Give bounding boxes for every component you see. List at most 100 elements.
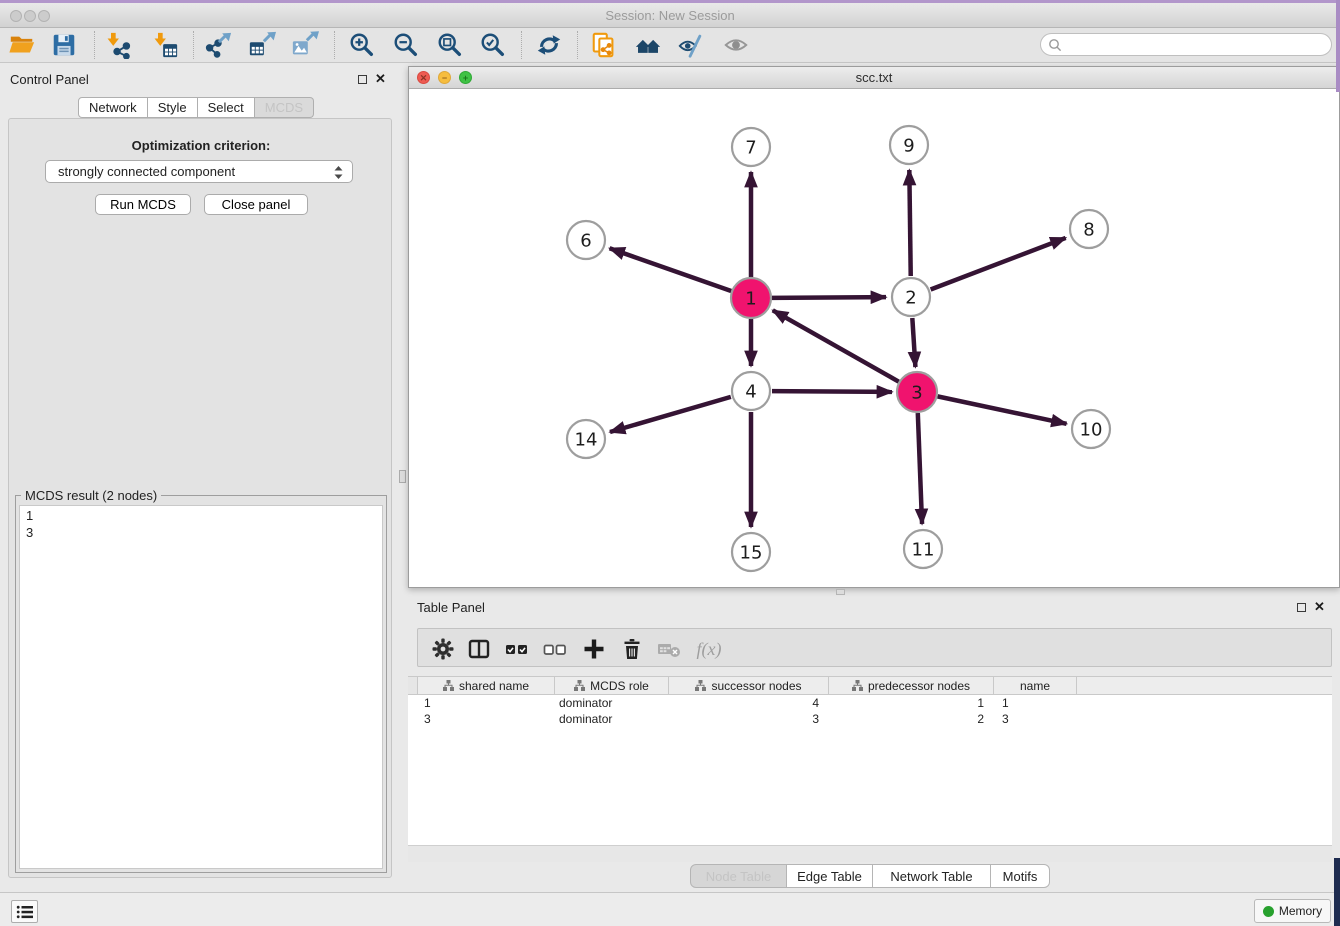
- table-panel-close-icon[interactable]: ✕: [1314, 602, 1325, 612]
- graph-edge-4-14[interactable]: [610, 397, 731, 432]
- graph-node-7[interactable]: 7: [732, 128, 770, 166]
- function-builder-icon[interactable]: f(x): [692, 636, 726, 662]
- table-panel-title: Table Panel: [417, 600, 485, 615]
- memory-button[interactable]: Memory: [1254, 899, 1331, 923]
- graph-node-11[interactable]: 11: [904, 530, 942, 568]
- network-window-titlebar[interactable]: ✕ − + scc.txt: [409, 67, 1339, 89]
- graph-node-8[interactable]: 8: [1070, 210, 1108, 248]
- tab-network-table[interactable]: Network Table: [873, 864, 991, 888]
- graph-node-10[interactable]: 10: [1072, 410, 1110, 448]
- graph-edge-1-6[interactable]: [610, 248, 732, 291]
- table-row[interactable]: 1 dominator 4 1 1: [408, 695, 1332, 711]
- cell-successor-nodes[interactable]: 3: [669, 711, 829, 727]
- cell-predecessor-nodes[interactable]: 2: [829, 711, 994, 727]
- cell-name[interactable]: 1: [994, 695, 1077, 711]
- tab-mcds[interactable]: MCDS: [255, 97, 314, 118]
- save-session-icon[interactable]: [49, 30, 79, 60]
- mcds-result-list[interactable]: 1 3: [19, 505, 383, 869]
- close-panel-button[interactable]: Close panel: [204, 194, 308, 215]
- mcds-panel: Optimization criterion: strongly connect…: [8, 118, 392, 878]
- graph-node-4[interactable]: 4: [732, 372, 770, 410]
- graph-node-3[interactable]: 3: [897, 372, 937, 412]
- column-header-successor-nodes[interactable]: successor nodes: [669, 677, 829, 694]
- zoom-out-icon[interactable]: [391, 30, 421, 60]
- tab-edge-table[interactable]: Edge Table: [787, 864, 873, 888]
- delete-table-icon[interactable]: [656, 636, 682, 662]
- column-header-shared-name[interactable]: shared name: [418, 677, 555, 694]
- control-panel-close-icon[interactable]: ✕: [375, 74, 386, 84]
- cell-predecessor-nodes[interactable]: 1: [829, 695, 994, 711]
- svg-text:10: 10: [1080, 419, 1103, 440]
- table-settings-icon[interactable]: [430, 636, 456, 662]
- cell-successor-nodes[interactable]: 4: [669, 695, 829, 711]
- graph-node-6[interactable]: 6: [567, 221, 605, 259]
- cell-name[interactable]: 3: [994, 711, 1077, 727]
- criterion-dropdown[interactable]: strongly connected component: [45, 160, 353, 183]
- export-image-icon[interactable]: [290, 30, 320, 60]
- add-column-icon[interactable]: [581, 636, 607, 662]
- app-titlebar: Session: New Session: [0, 3, 1340, 28]
- cell-shared-name[interactable]: 1: [418, 695, 555, 711]
- optimization-criterion-label: Optimization criterion:: [9, 138, 393, 153]
- graph-edge-2-8[interactable]: [931, 238, 1066, 290]
- delete-column-icon[interactable]: [619, 636, 645, 662]
- import-table-icon[interactable]: [150, 30, 180, 60]
- graph-node-14[interactable]: 14: [567, 420, 605, 458]
- vertical-splitter-handle[interactable]: [399, 470, 406, 483]
- search-field[interactable]: [1040, 33, 1332, 56]
- row-gutter: [408, 677, 418, 694]
- graph-node-2[interactable]: 2: [892, 278, 930, 316]
- tab-network[interactable]: Network: [78, 97, 148, 118]
- column-header-name[interactable]: name: [994, 677, 1077, 694]
- column-header-predecessor-nodes[interactable]: predecessor nodes: [829, 677, 994, 694]
- split-panel-icon[interactable]: [466, 636, 492, 662]
- graph-edge-3-1[interactable]: [773, 310, 899, 381]
- run-mcds-button[interactable]: Run MCDS: [95, 194, 191, 215]
- open-file-icon[interactable]: [7, 30, 37, 60]
- export-network-icon[interactable]: [203, 30, 233, 60]
- zoom-fit-icon[interactable]: [435, 30, 465, 60]
- graph-edge-2-3[interactable]: [912, 318, 915, 367]
- search-input[interactable]: [1066, 38, 1316, 52]
- graph-edge-3-10[interactable]: [938, 396, 1067, 423]
- cell-shared-name[interactable]: 3: [418, 711, 555, 727]
- show-panels-icon[interactable]: [721, 30, 751, 60]
- tab-select[interactable]: Select: [198, 97, 255, 118]
- graph-node-9[interactable]: 9: [890, 126, 928, 164]
- graph-edge-2-9[interactable]: [909, 170, 910, 276]
- search-icon: [1048, 38, 1062, 52]
- table-scroll-strip[interactable]: [408, 845, 1332, 862]
- table-row[interactable]: 3 dominator 3 2 3: [408, 711, 1332, 727]
- zoom-selected-icon[interactable]: [478, 30, 508, 60]
- network-graph: 7 9 6 8 1 2 4 3 14 10 15 11: [409, 89, 1339, 587]
- select-all-icon[interactable]: [504, 636, 530, 662]
- home-networks-icon[interactable]: [633, 30, 663, 60]
- graph-node-1[interactable]: 1: [731, 278, 771, 318]
- toolbar-separator: [94, 31, 95, 59]
- refresh-icon[interactable]: [534, 30, 564, 60]
- graph-edge-3-11[interactable]: [918, 413, 922, 524]
- tab-style[interactable]: Style: [148, 97, 198, 118]
- graph-edge-4-3[interactable]: [772, 391, 892, 392]
- control-panel-float-icon[interactable]: [358, 75, 367, 84]
- svg-text:15: 15: [740, 542, 763, 563]
- svg-text:6: 6: [580, 230, 591, 251]
- table-panel-float-icon[interactable]: [1297, 603, 1306, 612]
- horizontal-splitter-handle[interactable]: [836, 589, 845, 595]
- task-history-button[interactable]: [11, 900, 38, 923]
- network-canvas[interactable]: 7 9 6 8 1 2 4 3 14 10 15 11: [409, 89, 1339, 587]
- deselect-all-icon[interactable]: [542, 636, 568, 662]
- graph-edge-1-2[interactable]: [772, 297, 886, 298]
- cell-mcds-role[interactable]: dominator: [555, 695, 669, 711]
- column-header-mcds-role[interactable]: MCDS role: [555, 677, 669, 694]
- cell-mcds-role[interactable]: dominator: [555, 711, 669, 727]
- hide-panels-icon[interactable]: [676, 30, 706, 60]
- clone-network-icon[interactable]: [589, 30, 619, 60]
- graph-node-15[interactable]: 15: [732, 533, 770, 571]
- tab-node-table[interactable]: Node Table: [690, 864, 787, 888]
- export-table-icon[interactable]: [247, 30, 277, 60]
- zoom-in-icon[interactable]: [347, 30, 377, 60]
- table-header-row: shared name MCDS role successor nodes pr…: [408, 676, 1332, 695]
- import-network-icon[interactable]: [103, 30, 133, 60]
- tab-motifs[interactable]: Motifs: [991, 864, 1050, 888]
